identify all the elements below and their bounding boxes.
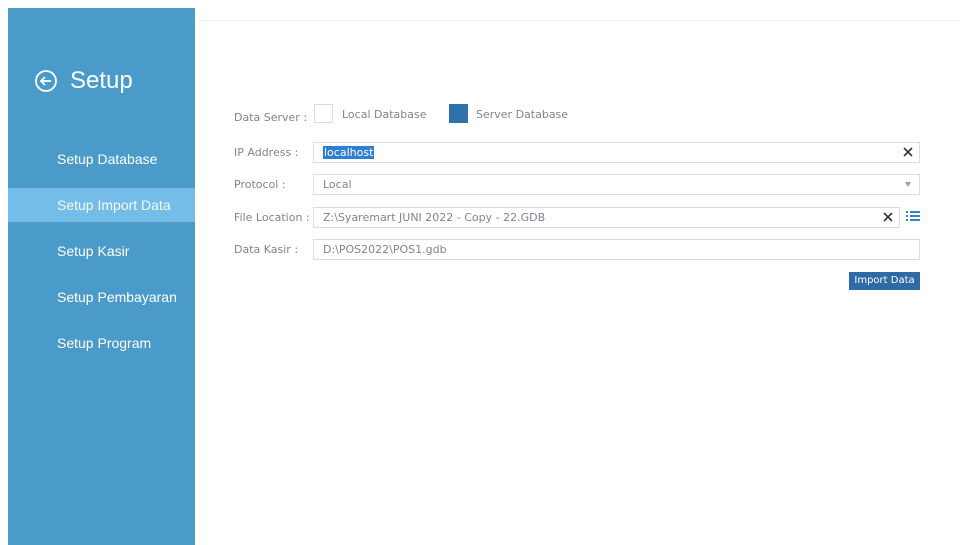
- data-kasir-label: Data Kasir :: [234, 243, 299, 256]
- page-title: Setup: [70, 67, 133, 94]
- data-kasir-value: D:\POS2022\POS1.gdb: [323, 243, 447, 256]
- file-location-label: File Location :: [234, 211, 310, 224]
- server-database-checkbox[interactable]: [449, 104, 468, 123]
- protocol-select[interactable]: Local: [313, 174, 920, 195]
- data-server-label: Data Server :: [234, 111, 308, 124]
- file-location-input[interactable]: Z:\Syaremart JUNI 2022 - Copy - 22.GDB: [313, 207, 900, 228]
- sidebar-item-setup-import-data[interactable]: Setup Import Data: [8, 188, 195, 222]
- sidebar-item-setup-database[interactable]: Setup Database: [8, 142, 195, 176]
- protocol-label: Protocol :: [234, 178, 286, 191]
- ip-address-selected-text: localhost: [323, 146, 375, 159]
- top-divider: [195, 20, 960, 21]
- ip-address-value: localhost: [323, 143, 375, 162]
- sidebar: Setup Setup Database Setup Import Data S…: [8, 8, 195, 545]
- back-button[interactable]: Setup: [32, 67, 133, 95]
- clear-ip-address-icon[interactable]: [903, 147, 913, 157]
- sidebar-item-setup-pembayaran[interactable]: Setup Pembayaran: [8, 280, 195, 314]
- ip-address-input[interactable]: localhost: [313, 142, 920, 163]
- protocol-value: Local: [323, 178, 352, 191]
- server-database-label[interactable]: Server Database: [476, 104, 568, 125]
- browse-list-icon[interactable]: [906, 210, 920, 222]
- file-location-value: Z:\Syaremart JUNI 2022 - Copy - 22.GDB: [323, 211, 546, 224]
- import-data-button[interactable]: Import Data: [849, 272, 920, 290]
- local-database-checkbox[interactable]: [314, 104, 333, 123]
- chevron-down-icon[interactable]: [905, 182, 911, 187]
- ip-address-label: IP Address :: [234, 146, 299, 159]
- data-kasir-input[interactable]: D:\POS2022\POS1.gdb: [313, 239, 920, 260]
- sidebar-nav: Setup Database Setup Import Data Setup K…: [8, 142, 195, 372]
- clear-file-location-icon[interactable]: [883, 212, 893, 222]
- sidebar-item-setup-kasir[interactable]: Setup Kasir: [8, 234, 195, 268]
- local-database-label[interactable]: Local Database: [342, 104, 427, 125]
- back-arrow-icon: [35, 70, 57, 92]
- sidebar-item-setup-program[interactable]: Setup Program: [8, 326, 195, 360]
